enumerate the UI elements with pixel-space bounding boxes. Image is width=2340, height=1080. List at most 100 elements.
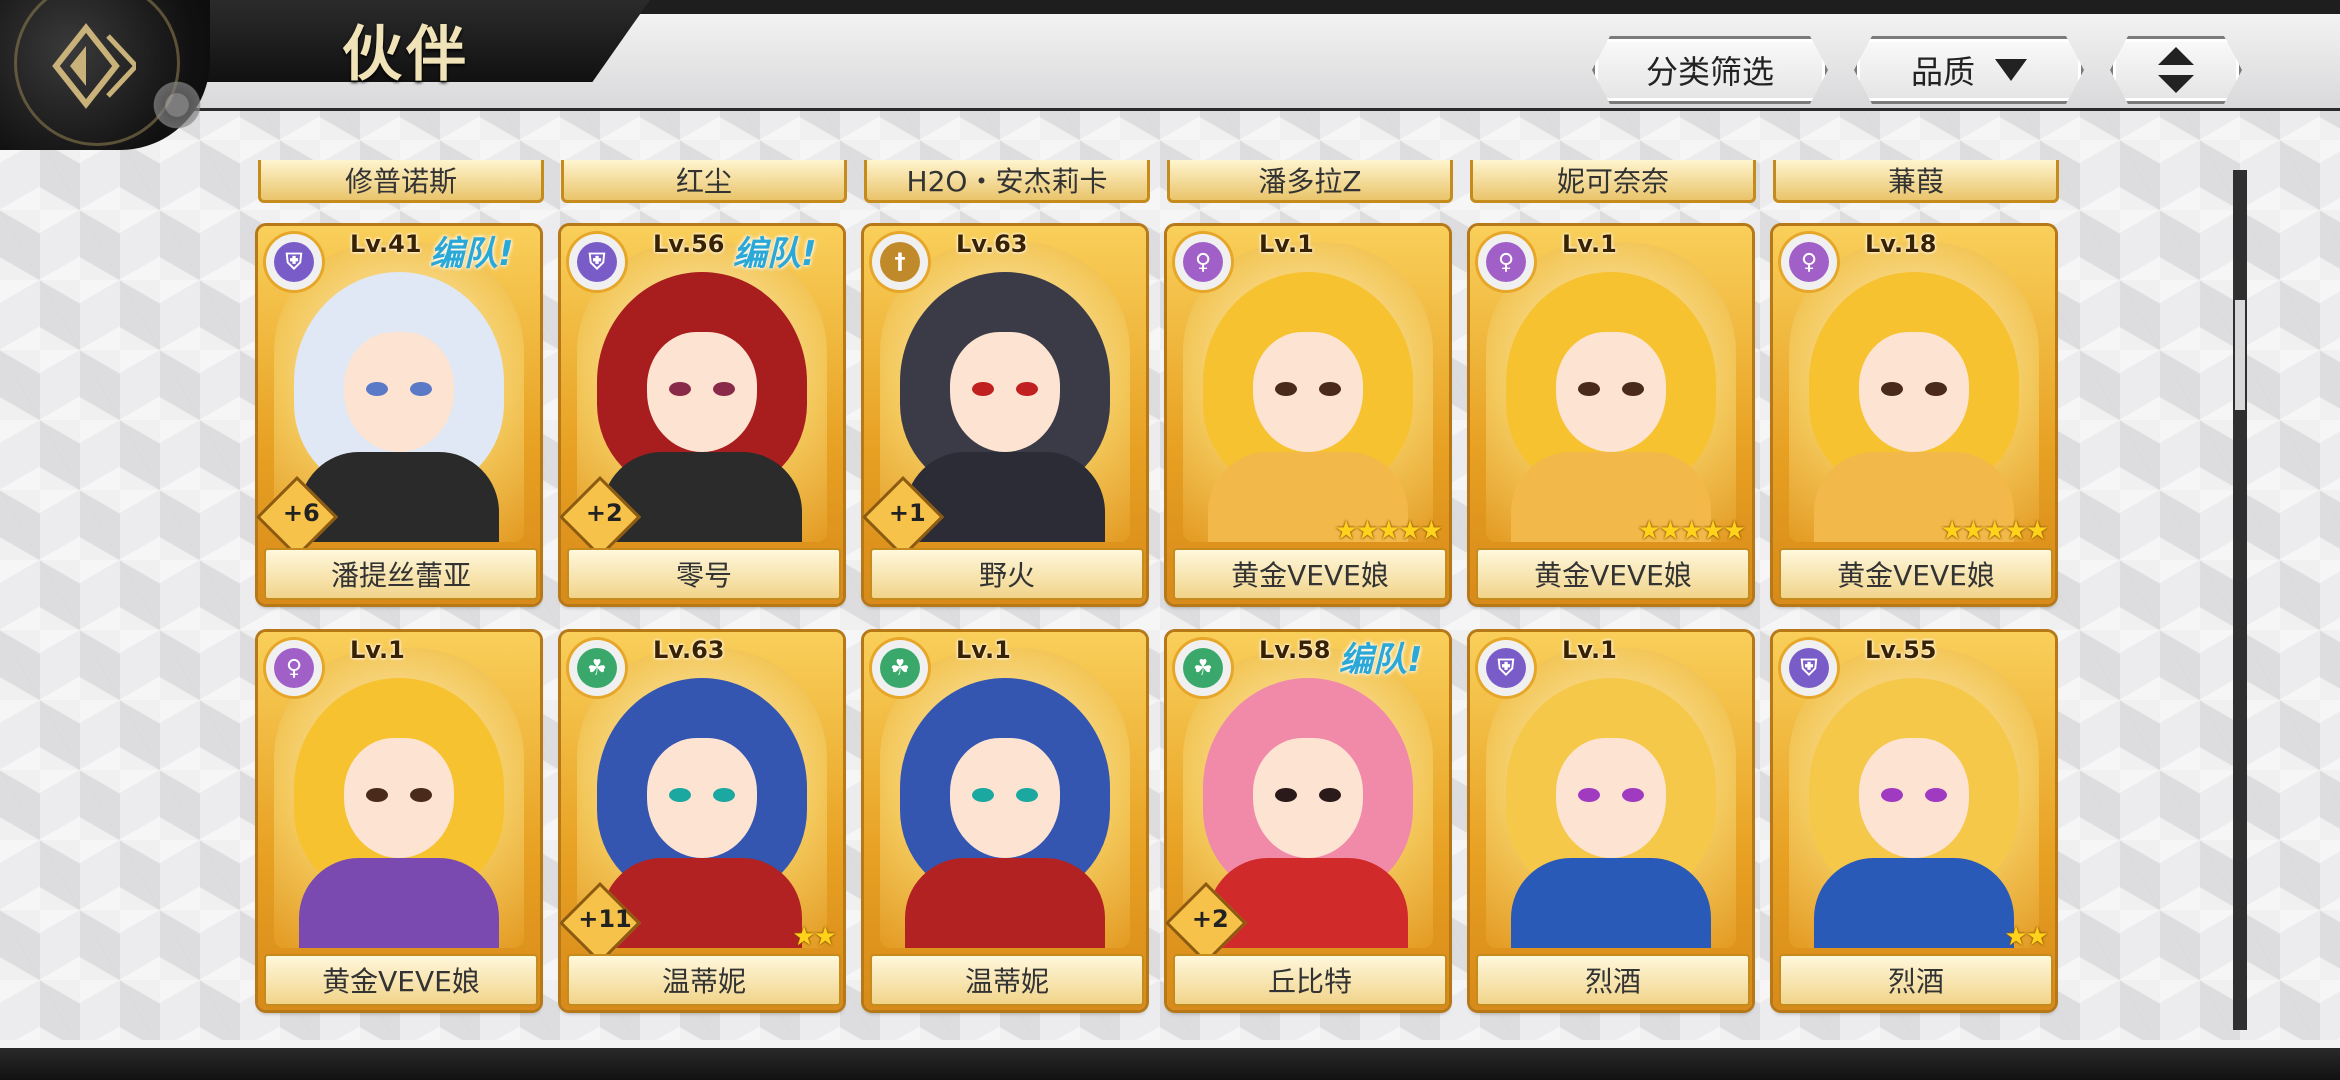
portrait-face [1556, 738, 1666, 858]
portrait-body [299, 452, 499, 542]
bottom-bar [0, 1048, 2340, 1080]
sort-order-button[interactable] [2110, 36, 2242, 104]
partner-card[interactable]: ⛨ Lv.41 编队! +6 潘提丝蕾亚 [255, 226, 540, 604]
class-icon-inner: ♀ [274, 648, 314, 688]
portrait-body [1208, 858, 1408, 948]
portrait-face [344, 738, 454, 858]
portrait-eye-right [1622, 788, 1644, 802]
class-icon-inner: † [880, 242, 920, 282]
portrait-body [905, 858, 1105, 948]
partner-card[interactable]: ☘ Lv.1 温蒂妮 [864, 632, 1146, 1010]
level-label: Lv.1 [1562, 636, 1617, 664]
partner-card[interactable]: ⛨ Lv.56 编队! +2 零号 [558, 226, 843, 604]
partner-name: 烈酒 [1779, 954, 2053, 1006]
portrait-face [1859, 738, 1969, 858]
level-label: Lv.63 [956, 230, 1028, 258]
level-label: Lv.63 [653, 636, 725, 664]
portrait-eye-right [1319, 382, 1341, 396]
partner-card[interactable]: ⛨ Lv.1 烈酒 [1470, 632, 1752, 1010]
star-rating: ★★ [2004, 922, 2049, 952]
scrollbar-thumb[interactable] [2235, 300, 2245, 410]
partner-name: 丘比特 [1173, 954, 1447, 1006]
partner-card[interactable]: ☘ Lv.58 编队! +2 丘比特 [1164, 632, 1449, 1010]
enhance-value: +6 [282, 498, 320, 527]
partner-card[interactable]: † Lv.63 +1 野火 [861, 226, 1146, 604]
partner-name: 温蒂妮 [567, 954, 841, 1006]
partner-card[interactable]: ♀ Lv.1 黄金VEVE娘 [258, 632, 540, 1010]
partner-name: 黄金VEVE娘 [264, 954, 538, 1006]
portrait-body [1814, 858, 2014, 948]
portrait-face [950, 332, 1060, 452]
class-icon-inner: ♀ [1183, 242, 1223, 282]
portrait-eye-right [1016, 382, 1038, 396]
level-label: Lv.1 [956, 636, 1011, 664]
in-team-badge: 编队! [733, 234, 817, 274]
partner-card[interactable]: ♀ Lv.18 ★★★★★ 黄金VEVE娘 [1773, 226, 2055, 604]
portrait-eye-right [1016, 788, 1038, 802]
portrait-body [602, 858, 802, 948]
portrait-body [602, 452, 802, 542]
star-rating: ★★★★★ [1334, 516, 1443, 546]
portrait-eye-left [669, 788, 691, 802]
enhance-value: +1 [888, 498, 926, 527]
back-arrow-icon [52, 23, 136, 109]
partner-card-partial[interactable]: 妮可奈奈 [1470, 160, 1756, 203]
class-icon-inner: ⛨ [274, 242, 314, 282]
partner-card[interactable]: ♀ Lv.1 ★★★★★ 黄金VEVE娘 [1167, 226, 1449, 604]
level-label: Lv.1 [1259, 230, 1314, 258]
portrait-eye-left [1881, 382, 1903, 396]
portrait-body [299, 858, 499, 948]
partner-name: 野火 [870, 548, 1144, 600]
partner-name: 黄金VEVE娘 [1173, 548, 1447, 600]
portrait-eye-right [1319, 788, 1341, 802]
portrait-eye-left [1275, 382, 1297, 396]
star-rating: ★★★★★ [1940, 516, 2049, 546]
partner-card-partial[interactable]: 红尘 [561, 160, 847, 203]
partner-card[interactable]: ⛨ Lv.55 ★★ 烈酒 [1773, 632, 2055, 1010]
star-rating: ★★★★★ [1637, 516, 1746, 546]
partner-name: 黄金VEVE娘 [1476, 548, 1750, 600]
partner-name: 温蒂妮 [870, 954, 1144, 1006]
portrait-eye-left [366, 788, 388, 802]
partner-portrait [1183, 242, 1433, 542]
partner-card-partial[interactable]: 蒹葭 [1773, 160, 2059, 203]
level-label: Lv.18 [1865, 230, 1937, 258]
portrait-face [1556, 332, 1666, 452]
portrait-face [344, 332, 454, 452]
class-icon-inner: ☘ [880, 648, 920, 688]
portrait-eye-right [410, 382, 432, 396]
partner-name: 烈酒 [1476, 954, 1750, 1006]
enhance-value: +2 [1191, 904, 1229, 933]
partner-card[interactable]: ☘ Lv.63 +11 ★★ 温蒂妮 [558, 632, 843, 1010]
level-label: Lv.56 [653, 230, 725, 258]
class-venus-icon: ♀ [1175, 234, 1231, 290]
quality-sort-label: 品质 [1910, 53, 1975, 91]
class-shield-icon: ⛨ [266, 234, 322, 290]
class-icon-inner: ⛨ [1486, 648, 1526, 688]
class-shield-icon: ⛨ [1781, 640, 1837, 696]
category-filter-button[interactable]: 分类筛选 [1592, 36, 1828, 104]
partner-card[interactable]: ♀ Lv.1 ★★★★★ 黄金VEVE娘 [1470, 226, 1752, 604]
star-rating: ★★ [792, 922, 837, 952]
in-team-badge: 编队! [430, 234, 514, 274]
portrait-eye-right [713, 382, 735, 396]
partner-card-partial[interactable]: 潘多拉Z [1167, 160, 1453, 203]
dropdown-arrow-icon [1995, 59, 2027, 81]
class-clover-icon: ☘ [1175, 640, 1231, 696]
partner-portrait [1486, 648, 1736, 948]
partner-portrait [1789, 648, 2039, 948]
class-clover-icon: ☘ [569, 640, 625, 696]
portrait-eye-right [1925, 788, 1947, 802]
scrollbar-track[interactable] [2233, 170, 2247, 1030]
level-label: Lv.41 [350, 230, 422, 258]
partner-portrait [274, 648, 524, 948]
portrait-face [647, 738, 757, 858]
portrait-eye-right [1925, 382, 1947, 396]
quality-sort-dropdown[interactable]: 品质 [1854, 36, 2084, 104]
partner-card-partial[interactable]: 修普诺斯 [258, 160, 544, 203]
partner-portrait [1789, 242, 2039, 542]
sort-order-icon [2154, 45, 2198, 95]
page-title: 伙伴 [342, 20, 470, 90]
partner-card-partial[interactable]: H2O・安杰莉卡 [864, 160, 1150, 203]
class-icon-inner: ⛨ [1789, 648, 1829, 688]
